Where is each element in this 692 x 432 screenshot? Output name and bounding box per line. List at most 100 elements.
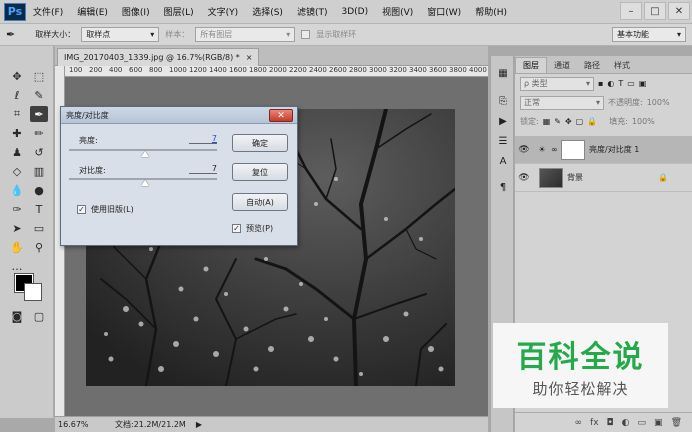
menu-bar: Ps 文件(F) 编辑(E) 图像(I) 图层(L) 文字(Y) 选择(S) 滤…: [0, 0, 692, 24]
lock-pixels-icon[interactable]: ▦: [543, 117, 551, 126]
layer-mask-thumbnail[interactable]: [561, 139, 585, 160]
background-color-swatch[interactable]: [24, 283, 42, 301]
ruler-number: 2800: [349, 66, 367, 74]
menu-file[interactable]: 文件(F): [26, 5, 70, 18]
eraser-tool-icon[interactable]: ◇: [8, 163, 26, 179]
workspace-select[interactable]: 基本功能 ▾: [612, 27, 686, 42]
show-ring-checkbox[interactable]: [301, 30, 311, 39]
tab-paths[interactable]: 路径: [577, 57, 607, 73]
move-tool-icon[interactable]: ✥: [8, 68, 26, 84]
rectangle-tool-icon[interactable]: ▭: [30, 220, 48, 236]
ruler-number: 3800: [449, 66, 467, 74]
tab-styles[interactable]: 样式: [607, 57, 637, 73]
reset-button[interactable]: 复位: [232, 163, 288, 181]
filter-adjust-icon[interactable]: ◐: [607, 79, 614, 88]
menu-image[interactable]: 图像(I): [115, 5, 157, 18]
character-panel-icon[interactable]: A: [495, 154, 511, 168]
blur-tool-icon[interactable]: 💧: [8, 182, 26, 198]
tab-channels[interactable]: 通道: [547, 57, 577, 73]
menu-type[interactable]: 文字(Y): [201, 5, 246, 18]
close-button[interactable]: ✕: [668, 2, 690, 20]
filter-pixel-icon[interactable]: ▪: [598, 79, 603, 88]
preview-checkbox[interactable]: ✓: [232, 224, 241, 233]
brightness-input[interactable]: 7: [189, 134, 217, 144]
blend-mode-select[interactable]: 正常 ▾: [520, 95, 604, 110]
delete-layer-icon[interactable]: 🗑: [671, 418, 682, 428]
ok-button[interactable]: 确定: [232, 134, 288, 152]
clone-stamp-tool-icon[interactable]: ♟: [8, 144, 26, 160]
zoom-tool-icon[interactable]: ⚲: [30, 239, 48, 255]
brush-tool-icon[interactable]: ✏: [30, 125, 48, 141]
dodge-tool-icon[interactable]: ●: [30, 182, 48, 198]
minimize-button[interactable]: –: [620, 2, 642, 20]
filter-smart-icon[interactable]: ▣: [639, 79, 647, 88]
type-tool-icon[interactable]: T: [30, 201, 48, 217]
eyedropper-tool-icon[interactable]: ✒: [30, 106, 48, 122]
auto-button[interactable]: 自动(A): [232, 193, 288, 211]
hand-tool-icon[interactable]: ✋: [8, 239, 26, 255]
filter-type-icon[interactable]: T: [618, 79, 623, 88]
filter-shape-icon[interactable]: ▭: [627, 79, 635, 88]
menu-filter[interactable]: 滤镜(T): [290, 5, 335, 18]
screen-mode-icon[interactable]: ▢: [30, 308, 48, 324]
tab-layers[interactable]: 图层: [515, 57, 547, 73]
pen-tool-icon[interactable]: ✑: [8, 201, 26, 217]
quick-select-tool-icon[interactable]: ✎: [30, 87, 48, 103]
lock-paint-icon[interactable]: ✎: [554, 117, 561, 126]
paragraph-panel-icon[interactable]: ¶: [495, 180, 511, 194]
brightness-slider-thumb[interactable]: [141, 151, 150, 157]
use-legacy-checkbox[interactable]: ✓: [77, 205, 86, 214]
marquee-tool-icon[interactable]: ⬚: [30, 68, 48, 84]
menu-3d[interactable]: 3D(D): [334, 7, 375, 17]
fill-value[interactable]: 100%: [632, 117, 655, 126]
gradient-tool-icon[interactable]: ▥: [30, 163, 48, 179]
status-menu-arrow-icon[interactable]: ▶: [196, 420, 202, 429]
contrast-input[interactable]: 7: [189, 164, 217, 174]
lasso-tool-icon[interactable]: ℓ: [8, 87, 26, 103]
menu-help[interactable]: 帮助(H): [468, 5, 514, 18]
sample-size-select[interactable]: 取样点 ▾: [81, 27, 160, 42]
add-mask-icon[interactable]: ◘: [607, 418, 614, 428]
layer-filter-select[interactable]: ρ 类型 ▾: [520, 76, 594, 91]
layer-style-icon[interactable]: fx: [590, 418, 599, 428]
eyedropper-preset-icon[interactable]: ✒: [6, 28, 15, 41]
opacity-value[interactable]: 100%: [647, 98, 670, 107]
new-adjustment-icon[interactable]: ◐: [622, 418, 630, 428]
menu-select[interactable]: 选择(S): [245, 5, 290, 18]
link-layers-icon[interactable]: ∞: [575, 418, 583, 428]
menu-view[interactable]: 视图(V): [375, 5, 420, 18]
menu-window[interactable]: 窗口(W): [420, 5, 468, 18]
dialog-close-button[interactable]: ✕: [269, 109, 293, 122]
new-layer-icon[interactable]: ▣: [654, 418, 663, 428]
eye-icon[interactable]: 👁: [515, 173, 533, 183]
history-panel-icon[interactable]: ▦: [495, 66, 511, 80]
layer-row[interactable]: 👁 背景 🔒: [515, 164, 692, 192]
document-tab[interactable]: IMG_20170403_1339.jpg @ 16.7%(RGB/8) * ×: [57, 48, 260, 66]
zoom-level-field[interactable]: 16.67%: [55, 420, 93, 429]
close-tab-icon[interactable]: ×: [246, 53, 253, 62]
sample-select[interactable]: 所有图层 ▾: [195, 27, 296, 42]
eye-icon[interactable]: 👁: [515, 145, 533, 155]
sample-value: 所有图层: [200, 30, 233, 39]
layer-row[interactable]: 👁 ☀ ∞ 亮度/对比度 1: [515, 136, 692, 164]
adjustments-panel-icon[interactable]: ☰: [495, 134, 511, 148]
menu-edit[interactable]: 编辑(E): [70, 5, 115, 18]
path-select-tool-icon[interactable]: ➤: [8, 220, 26, 236]
contrast-slider-thumb[interactable]: [141, 180, 150, 186]
lock-position-icon[interactable]: ✥: [565, 117, 572, 126]
lock-artboard-icon[interactable]: ▢: [576, 117, 584, 126]
new-group-icon[interactable]: ▭: [638, 418, 647, 428]
crop-tool-icon[interactable]: ⌗: [8, 106, 26, 122]
quick-mask-icon[interactable]: ◙: [8, 308, 26, 324]
menu-layer[interactable]: 图层(L): [157, 5, 201, 18]
healing-brush-tool-icon[interactable]: ✚: [8, 125, 26, 141]
use-legacy-label: 使用旧版(L): [91, 205, 134, 214]
actions-play-icon[interactable]: ▶: [495, 114, 511, 128]
lock-all-icon[interactable]: 🔒: [587, 117, 597, 126]
history-brush-panel-icon[interactable]: ⎘: [495, 94, 511, 108]
more-tools-icon[interactable]: …: [8, 258, 26, 274]
dialog-titlebar[interactable]: 亮度/对比度: [61, 107, 297, 124]
history-brush-tool-icon[interactable]: ↺: [30, 144, 48, 160]
watermark-tagline: 助你轻松解决: [532, 380, 629, 398]
maximize-button[interactable]: □: [644, 2, 666, 20]
